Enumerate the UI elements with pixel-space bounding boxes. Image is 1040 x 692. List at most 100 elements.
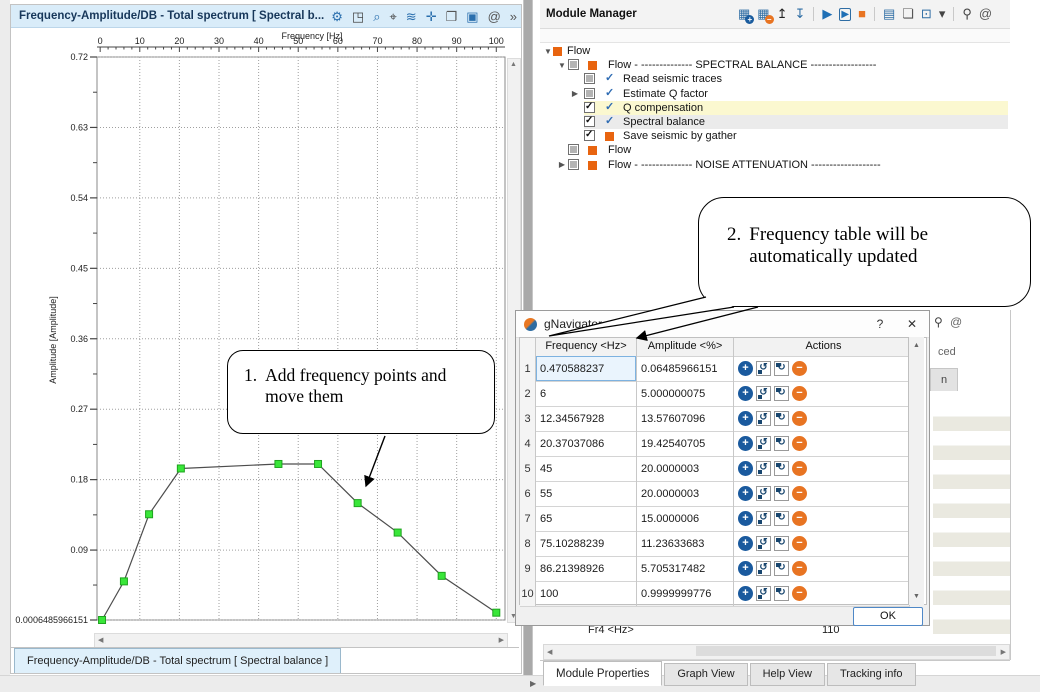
tree-row[interactable]: ✓Read seismic traces (540, 72, 1010, 86)
tab-module-properties[interactable]: Module Properties (543, 661, 662, 686)
delete-row-icon[interactable]: − (792, 436, 807, 451)
copy-row-down-icon[interactable]: ↻ (774, 461, 789, 476)
tree-row[interactable]: ✓✓Spectral balance (540, 115, 1010, 129)
frequency-cell[interactable]: 12.34567928 (536, 406, 637, 431)
frequency-cell[interactable]: 55 (536, 481, 637, 506)
add-row-icon[interactable]: + (738, 386, 753, 401)
delete-row-icon[interactable]: − (792, 511, 807, 526)
copy-row-down-icon[interactable]: ↻ (774, 436, 789, 451)
amplitude-cell[interactable]: 0.9999999776 (637, 581, 734, 606)
copy-row-down-icon[interactable]: ↻ (774, 586, 789, 601)
delete-row-icon[interactable]: − (792, 586, 807, 601)
copy-row-up-icon[interactable]: ↺ (756, 561, 771, 576)
amplitude-cell[interactable]: 20.0000003 (637, 481, 734, 506)
scroll-thumb[interactable] (696, 646, 996, 656)
dialog-scrollbar[interactable]: ▲ ▼ (908, 337, 924, 605)
scroll-down-icon[interactable]: ▼ (909, 593, 924, 600)
mouse-select-icon[interactable]: ⌖ (389, 10, 396, 23)
add-row-icon[interactable]: + (738, 411, 753, 426)
clipboard-icon[interactable]: ❏ (902, 6, 914, 21)
tree-row[interactable]: ✓✓Q compensation (540, 101, 1010, 115)
chart-window-titlebar[interactable]: Frequency-Amplitude/DB - Total spectrum … (11, 5, 521, 28)
column-header-frequency[interactable]: Frequency <Hz> (536, 338, 637, 356)
delete-row-icon[interactable]: − (792, 486, 807, 501)
module-checkbox[interactable] (568, 59, 579, 70)
at-icon[interactable]: @ (979, 6, 992, 21)
settings-gear-icon[interactable]: ⚙ (331, 10, 343, 23)
frequency-table-row[interactable]: 76515.0000006+↺↻− (520, 506, 910, 532)
module-checkbox[interactable] (568, 144, 579, 155)
frequency-table-row[interactable]: 54520.0000003+↺↻− (520, 456, 910, 482)
amplitude-cell[interactable]: 11.23633683 (637, 531, 734, 556)
copy-row-up-icon[interactable]: ↺ (756, 411, 771, 426)
tab-help-view[interactable]: Help View (750, 663, 825, 686)
collapse-icon[interactable]: ▼ (543, 47, 553, 56)
frequency-cell[interactable]: 0.470588237 (536, 356, 637, 381)
dialog-close-button[interactable]: ✕ (903, 315, 921, 333)
copy-row-up-icon[interactable]: ↺ (756, 361, 771, 376)
expand-icon[interactable]: ▶ (570, 89, 580, 98)
add-row-icon[interactable]: + (738, 486, 753, 501)
add-row-icon[interactable]: + (738, 561, 753, 576)
chart-bottom-tab[interactable]: Frequency-Amplitude/DB - Total spectrum … (14, 648, 341, 673)
more-tools-icon[interactable]: » (510, 10, 517, 23)
export-image-icon[interactable]: ▣ (466, 10, 478, 23)
zoom-extent-icon[interactable]: @ (488, 10, 501, 23)
frequency-cell[interactable]: 75.10288239 (536, 531, 637, 556)
copy-row-down-icon[interactable]: ↻ (774, 361, 789, 376)
tree-row[interactable]: ▶Flow - -------------- NOISE ATTENUATION… (540, 158, 1010, 172)
chart-horizontal-scrollbar[interactable]: ◀ ▶ (94, 633, 508, 648)
outer-scroll-right-icon[interactable]: ▶ (530, 679, 536, 688)
comment-icon[interactable]: ❐ (446, 10, 458, 23)
frequency-table-row[interactable]: 312.3456792813.57607096+↺↻− (520, 406, 910, 432)
delete-row-icon[interactable]: − (792, 461, 807, 476)
copy-row-down-icon[interactable]: ↻ (774, 411, 789, 426)
copy-row-down-icon[interactable]: ↻ (774, 536, 789, 551)
add-row-icon[interactable]: + (738, 436, 753, 451)
frequency-cell[interactable]: 6 (536, 381, 637, 406)
move-up-icon[interactable]: ↥ (777, 6, 788, 21)
frequency-cell[interactable]: 45 (536, 456, 637, 481)
module-checkbox[interactable]: ✓ (584, 102, 595, 113)
tab-graph-view[interactable]: Graph View (664, 663, 747, 686)
partial-tab[interactable]: n (930, 368, 958, 391)
tree-row[interactable]: ✓Save seismic by gather (540, 129, 1010, 143)
dialog-titlebar[interactable]: gNavigator (516, 311, 929, 338)
amplitude-cell[interactable]: 13.57607096 (637, 406, 734, 431)
scroll-up-icon[interactable]: ▲ (909, 342, 924, 349)
amplitude-cell[interactable]: 20.0000003 (637, 456, 734, 481)
tree-row[interactable]: ▼Flow (540, 44, 1010, 58)
scroll-left-icon[interactable]: ◀ (98, 636, 103, 644)
run-flow-icon[interactable]: ▶ (839, 8, 851, 21)
scroll-left-icon[interactable]: ◀ (547, 648, 552, 656)
module-checkbox[interactable]: ✓ (584, 130, 595, 141)
copy-row-down-icon[interactable]: ↻ (774, 486, 789, 501)
ok-button[interactable]: OK (853, 607, 923, 626)
module-checkbox[interactable] (584, 73, 595, 84)
amplitude-cell[interactable]: 5.705317482 (637, 556, 734, 581)
frequency-table-row[interactable]: 265.000000075+↺↻− (520, 381, 910, 407)
copy-row-down-icon[interactable]: ↻ (774, 386, 789, 401)
delete-row-icon[interactable]: − (792, 361, 807, 376)
frequency-cell[interactable]: 65 (536, 506, 637, 531)
add-row-icon[interactable]: + (738, 361, 753, 376)
dialog-help-button[interactable]: ? (871, 315, 889, 333)
tree-row[interactable]: ▶✓Estimate Q factor (540, 87, 1010, 101)
frequency-table-row[interactable]: 65520.0000003+↺↻− (520, 481, 910, 507)
frequency-table-row[interactable]: 10.4705882370.06485966151+↺↻− (520, 356, 910, 382)
frequency-cell[interactable]: 100 (536, 581, 637, 606)
amplitude-cell[interactable]: 19.42540705 (637, 431, 734, 456)
delete-row-icon[interactable]: − (792, 411, 807, 426)
add-row-icon[interactable]: + (738, 586, 753, 601)
copy-row-down-icon[interactable]: ↻ (774, 561, 789, 576)
layers-icon[interactable]: ≋ (406, 10, 417, 23)
frequency-table-row[interactable]: 101000.9999999776+↺↻− (520, 581, 910, 607)
scroll-right-icon[interactable]: ▶ (1001, 648, 1006, 656)
copy-row-up-icon[interactable]: ↺ (756, 536, 771, 551)
crosshair-icon[interactable]: ✛ (426, 10, 437, 23)
window-icon[interactable]: ⊡ (921, 6, 932, 21)
run-icon[interactable]: ▶ (822, 6, 832, 21)
tree-row[interactable]: ▼Flow - -------------- SPECTRAL BALANCE … (540, 58, 1010, 72)
frequency-table-row[interactable]: 986.213989265.705317482+↺↻− (520, 556, 910, 582)
move-down-icon[interactable]: ↧ (795, 6, 806, 21)
